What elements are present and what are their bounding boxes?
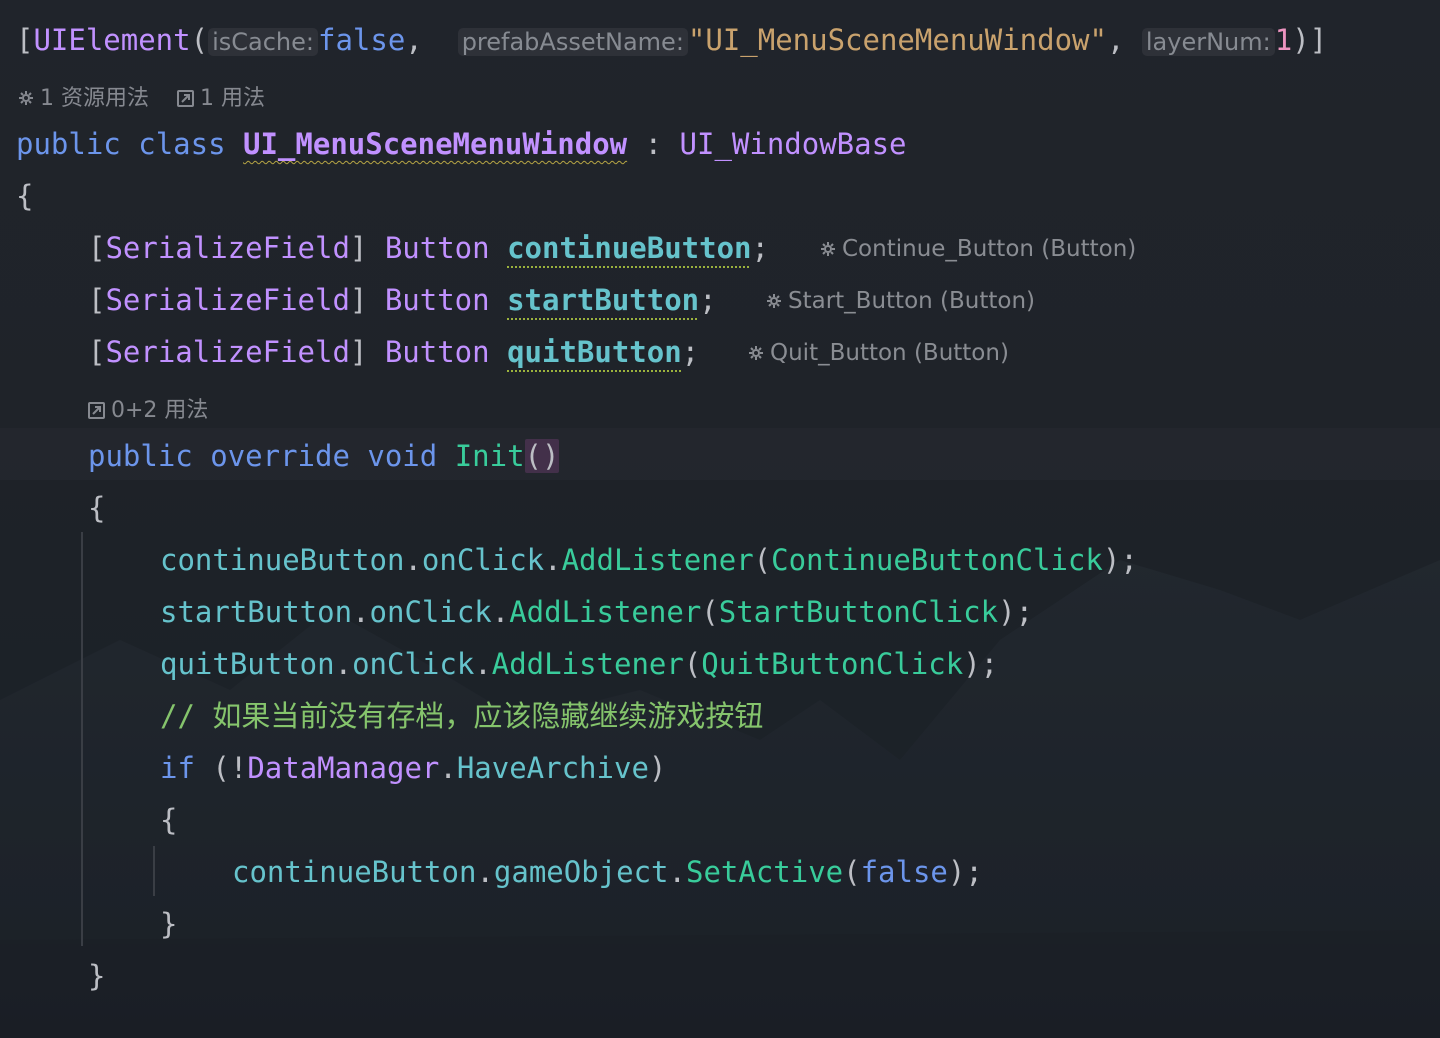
param-hint: prefabAssetName: [457, 28, 688, 56]
asset-usage-link[interactable]: 1 资源用法 [40, 86, 149, 111]
inner-close-brace: } [160, 904, 177, 944]
class-name[interactable]: UI_MenuSceneMenuWindow [243, 127, 627, 161]
method-close-brace: } [88, 956, 105, 996]
class-open-brace: { [16, 176, 33, 216]
code-editor[interactable]: [UIElement(isCache: false, prefabAssetNam… [0, 0, 1440, 1038]
listener-event[interactable]: onClick [370, 595, 492, 629]
listener-argument[interactable]: QuitButtonClick [701, 647, 963, 681]
keyword-public: public [88, 439, 193, 473]
unity-icon [820, 241, 836, 257]
brace: { [160, 803, 178, 837]
field-line: [SerializeField] Button quitButton; [88, 335, 700, 369]
listener-object[interactable]: quitButton [160, 647, 335, 681]
method-usage-text: 0+2 用法 [111, 398, 209, 423]
listener-call[interactable]: AddListener [562, 543, 754, 577]
field-attribute: SerializeField [105, 231, 350, 265]
listener-argument[interactable]: ContinueButtonClick [771, 543, 1103, 577]
field-hint-text: Quit_Button (Button) [770, 340, 1009, 366]
set-active-statement: continueButton.gameObject.SetActive(fals… [232, 855, 983, 889]
listener-object[interactable]: continueButton [160, 543, 404, 577]
field-line: [SerializeField] Button continueButton; [88, 231, 769, 265]
field-name[interactable]: startButton [507, 283, 699, 317]
statement-argument: false [860, 855, 948, 889]
listener-object[interactable]: startButton [160, 595, 352, 629]
field-name[interactable]: quitButton [507, 335, 682, 369]
class-declaration: public class UI_MenuSceneMenuWindow : UI… [16, 124, 907, 164]
param-hint: layerNum: [1141, 28, 1275, 56]
indent-guide [153, 846, 155, 896]
keyword-void: void [367, 439, 438, 473]
if-property[interactable]: HaveArchive [457, 751, 649, 785]
keyword-if: if [160, 751, 195, 785]
attribute-name: UIElement [33, 23, 191, 57]
field-inspector-hint[interactable]: Start_Button (Button) [766, 288, 1035, 314]
colon: : [644, 127, 663, 161]
attribute-value: "UI_MenuSceneMenuWindow" [687, 23, 1107, 57]
usage-arrow-icon [176, 90, 194, 107]
field-type: Button [384, 335, 490, 369]
brace: } [88, 959, 106, 993]
param-hint: isCache: [208, 28, 318, 56]
field-inspector-hint[interactable]: Quit_Button (Button) [748, 340, 1009, 366]
keyword-public: public [16, 127, 121, 161]
unity-icon [766, 293, 782, 309]
usage-arrow-icon [88, 402, 105, 419]
if-statement: if (!DataManager.HaveArchive) [160, 751, 667, 785]
unity-icon [18, 90, 34, 106]
field-name[interactable]: continueButton [507, 231, 751, 265]
field-type: Button [384, 231, 490, 265]
listener-call[interactable]: AddListener [492, 647, 684, 681]
field-attribute: SerializeField [105, 335, 350, 369]
listener-argument[interactable]: StartButtonClick [719, 595, 998, 629]
statement-object[interactable]: continueButton [232, 855, 476, 889]
statement-call[interactable]: SetActive [686, 855, 843, 889]
method-usage-hint[interactable]: 0+2 用法 [88, 392, 208, 424]
method-open-brace: { [88, 488, 105, 528]
keyword-class: class [138, 127, 226, 161]
listener-event[interactable]: onClick [352, 647, 474, 681]
listener-statement: startButton.onClick.AddListener(StartBut… [160, 595, 1034, 629]
attribute-value: 1 [1274, 23, 1293, 57]
method-name[interactable]: Init [455, 439, 525, 473]
brace: { [88, 491, 106, 525]
inner-open-brace: { [160, 800, 177, 840]
usage-hints: 1 资源用法 1 用法 [18, 80, 265, 112]
listener-statement: continueButton.onClick.AddListener(Conti… [160, 543, 1138, 577]
if-class[interactable]: DataManager [247, 751, 439, 785]
base-class-name[interactable]: UI_WindowBase [680, 127, 907, 161]
code-comment: // 如果当前没有存档，应该隐藏继续游戏按钮 [160, 699, 764, 733]
field-hint-text: Start_Button (Button) [788, 288, 1036, 314]
brace: { [16, 179, 34, 213]
listener-event[interactable]: onClick [422, 543, 544, 577]
field-type: Button [384, 283, 490, 317]
field-line: [SerializeField] Button startButton; [88, 283, 717, 317]
keyword-override: override [210, 439, 350, 473]
listener-statement: quitButton.onClick.AddListener(QuitButto… [160, 647, 999, 681]
listener-call[interactable]: AddListener [509, 595, 701, 629]
attribute-value: false [317, 23, 406, 57]
method-parens: () [524, 439, 560, 473]
code-usage-link[interactable]: 1 用法 [200, 86, 265, 111]
statement-property[interactable]: gameObject [494, 855, 669, 889]
indent-guide [81, 532, 83, 946]
attribute-line: [UIElement(isCache: false, prefabAssetNam… [16, 23, 1328, 57]
field-hint-text: Continue_Button (Button) [842, 236, 1137, 262]
brace: } [160, 907, 178, 941]
unity-icon [748, 345, 764, 361]
field-attribute: SerializeField [105, 283, 350, 317]
field-inspector-hint[interactable]: Continue_Button (Button) [820, 236, 1136, 262]
method-declaration: public override void Init() [88, 436, 560, 476]
